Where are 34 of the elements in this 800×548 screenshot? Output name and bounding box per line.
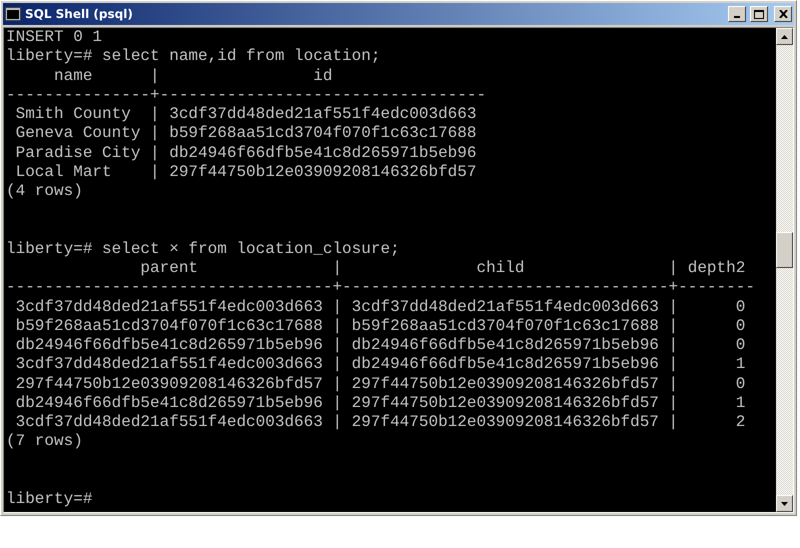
up-arrow-icon (781, 34, 788, 38)
console-line: Smith County | 3cdf37dd48ded21af551f4edc003d663 (14, 105, 478, 124)
console-line: db24946f66dfb5e41c8d265971b5eb96 | db24946f66dfb5e41c8d265971b5eb96 | 0 (14, 336, 746, 356)
console-line: ----------------------------------+----------------------------------+-------- (6, 278, 756, 298)
console-icon (5, 7, 21, 21)
console-line: Geneva County | b59f268aa51cd3704f070f1c63c17688 (14, 124, 478, 144)
console-line: ---------------+---------------------------------- (6, 86, 488, 105)
console-line: 3cdf37dd48ded21af551f4edc003d663 | db24946f66dfb5e41c8d265971b5eb96 | 1 (14, 355, 746, 374)
scroll-thumb[interactable] (776, 232, 793, 268)
scrollbar[interactable] (776, 28, 793, 512)
console-line: (4 rows) (6, 182, 84, 202)
console-line: b59f268aa51cd3704f070f1c63c17688 | b59f268aa51cd3704f070f1c63c17688 | 0 (14, 316, 746, 336)
console-line: 3cdf37dd48ded21af551f4edc003d663 | 3cdf37dd48ded21af551f4edc003d663 | 0 (14, 298, 746, 317)
console-line: Local Mart | 297f44750b12e03909208146326bfd57 (14, 162, 478, 182)
down-arrow-icon (781, 502, 788, 506)
console-line: db24946f66dfb5e41c8d265971b5eb96 | 297f44750b12e03909208146326bfd57 | 1 (14, 394, 746, 413)
console-line: liberty=# select name,id from location; (6, 47, 382, 66)
scroll-up-button[interactable] (776, 28, 793, 45)
window-title: SQL Shell (psql) (25, 7, 134, 21)
console-line: name | id (53, 66, 334, 86)
console-line: (7 rows) (6, 432, 84, 452)
close-icon (778, 10, 788, 18)
close-button[interactable] (774, 6, 792, 22)
console-line: liberty=# select × from location_closure; (6, 240, 401, 259)
console-line: INSERT 0 1 (6, 28, 104, 48)
console-line: liberty=# (6, 490, 94, 510)
console-line: parent | child | depth2 (139, 259, 746, 278)
console-line: Paradise City | db24946f66dfb5e41c8d265971b5eb96 (14, 144, 478, 163)
maximize-button[interactable] (750, 6, 768, 22)
minimize-button[interactable] (728, 6, 746, 22)
console-line: 297f44750b12e03909208146326bfd57 | 297f44750b12e03909208146326bfd57 | 0 (14, 374, 746, 394)
scroll-down-button[interactable] (776, 495, 793, 512)
maximize-icon (754, 10, 764, 18)
console-line: 3cdf37dd48ded21af551f4edc003d663 | 297f44750b12e03909208146326bfd57 | 2 (14, 413, 746, 432)
